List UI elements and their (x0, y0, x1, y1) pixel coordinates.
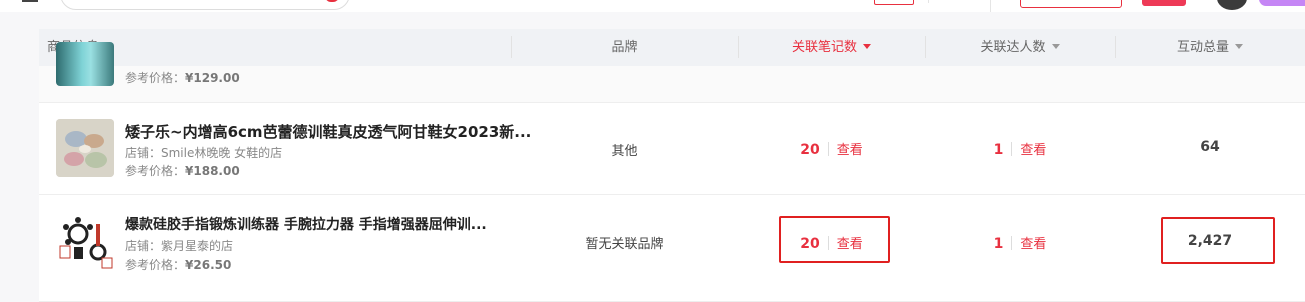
shop-name[interactable]: 店铺：紫月星泰的店 (125, 237, 233, 254)
search-icon[interactable] (325, 0, 339, 2)
product-title[interactable]: 爆款硅胶手指锻炼训练器 手腕拉力器 手指增强器屈伸训... (125, 214, 487, 234)
sort-icon (1235, 44, 1243, 49)
table-row: 矮子乐~内增高6cm芭蕾德训鞋真皮透气阿甘鞋女2023新... 店铺：Smile… (39, 103, 1305, 194)
promo-button[interactable] (1259, 0, 1305, 6)
divider (827, 142, 829, 156)
trainer-image (56, 212, 114, 270)
sort-icon (1051, 44, 1060, 49)
divider (990, 0, 991, 12)
header-notes-sort[interactable]: 关联笔记数 (738, 29, 925, 66)
product-thumbnail[interactable] (56, 119, 114, 177)
shop-name[interactable]: 店铺：Smile林晚晚 女鞋的店 (125, 144, 282, 161)
menu-icon[interactable] (22, 0, 38, 2)
notes-count: 20 (800, 142, 820, 158)
top-bar (0, 0, 1305, 12)
header-notes-label: 关联笔记数 (791, 40, 857, 55)
notes-cell: 20 查看 (738, 139, 925, 158)
view-creators-link[interactable]: 查看 (1020, 143, 1046, 158)
divider (1011, 236, 1013, 250)
product-thumbnail[interactable] (56, 212, 114, 270)
creators-cell: 1 查看 (925, 139, 1115, 158)
creators-count: 1 (993, 142, 1004, 158)
outline-button[interactable] (1020, 0, 1122, 8)
header-creators-sort[interactable]: 关联达人数 (925, 29, 1115, 66)
header-interactions-label: 互动总量 (1176, 40, 1229, 55)
price-text: 参考价格：¥129.00 (125, 71, 240, 85)
brand-value: 暂无关联品牌 (585, 237, 664, 252)
view-creators-link[interactable]: 查看 (1020, 237, 1046, 252)
product-thumbnail[interactable] (56, 42, 114, 86)
header-product: 商品信息 (47, 29, 507, 66)
header-interactions-sort[interactable]: 互动总量 (1115, 29, 1305, 66)
creators-count: 1 (993, 236, 1004, 252)
primary-button[interactable] (1142, 0, 1186, 6)
table-header: 商品信息 品牌 关联笔记数 关联达人数 互动总量 (39, 29, 1305, 66)
shoe-image (56, 119, 114, 177)
view-notes-link[interactable]: 查看 (837, 143, 863, 158)
brand-value: 其他 (611, 144, 638, 159)
nav-tab-active[interactable] (874, 0, 914, 5)
search-input[interactable] (60, 0, 350, 10)
avatar[interactable] (1217, 0, 1247, 10)
header-creators-label: 关联达人数 (980, 40, 1046, 55)
nav-tab[interactable] (928, 0, 959, 3)
interactions-total: 64 (1200, 139, 1220, 155)
creators-cell: 1 查看 (925, 233, 1115, 252)
sort-desc-icon (863, 44, 871, 49)
price-text: 参考价格：¥26.50 (125, 258, 232, 272)
header-brand: 品牌 (511, 29, 738, 66)
table-row: 爆款硅胶手指锻炼训练器 手腕拉力器 手指增强器屈伸训... 店铺：紫月星泰的店 … (39, 195, 1305, 301)
product-table: 商品信息 品牌 关联笔记数 关联达人数 互动总量 参考价格：¥129.00 (39, 29, 1305, 302)
table-row: 参考价格：¥129.00 (39, 42, 1305, 103)
highlight-box-notes (779, 216, 890, 263)
highlight-box-interactions (1161, 217, 1275, 264)
price-text: 参考价格：¥188.00 (125, 164, 240, 178)
divider (1011, 142, 1013, 156)
product-title[interactable]: 矮子乐~内增高6cm芭蕾德训鞋真皮透气阿甘鞋女2023新... (125, 121, 531, 142)
